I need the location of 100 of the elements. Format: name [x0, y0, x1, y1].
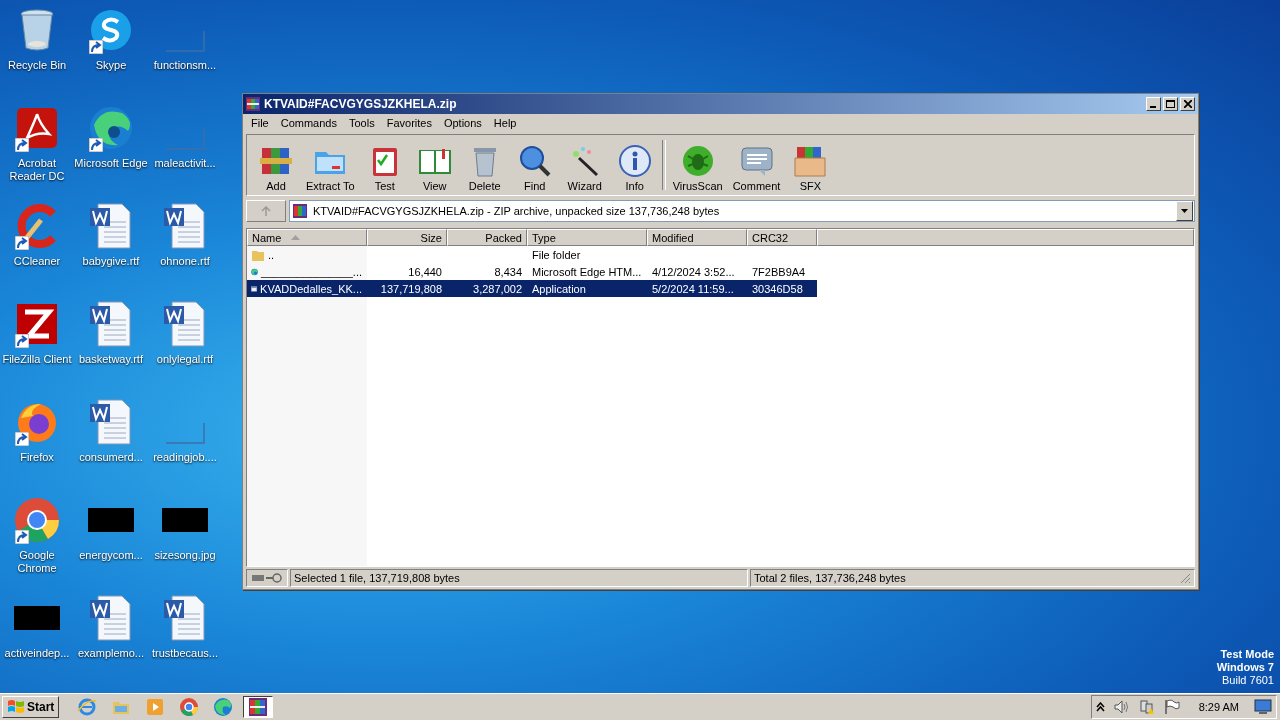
maximize-button[interactable]: [1163, 97, 1178, 111]
toolbar-button[interactable]: Add: [251, 142, 301, 195]
clock[interactable]: 8:29 AM: [1198, 701, 1239, 713]
desktop-icon[interactable]: functionsm...: [148, 4, 222, 102]
os-notice-text: Test Mode: [1220, 648, 1274, 661]
c-brush-icon: [15, 204, 59, 248]
drive-key-icon: [252, 573, 282, 583]
desktop-icon-label: CCleaner: [12, 255, 62, 268]
image-thumbnail-icon: [162, 508, 208, 532]
close-icon: [1183, 100, 1192, 108]
table-cell: ..: [268, 248, 275, 261]
monitor-icon[interactable]: [1254, 699, 1272, 715]
desktop-icon-label: trustbecaus...: [150, 647, 219, 660]
desktop-icon[interactable]: ohnone.rtf: [148, 200, 222, 298]
menu-item[interactable]: Help: [487, 117, 523, 129]
toolbar-button[interactable]: VirusScan: [667, 142, 728, 195]
chevron-up-icon[interactable]: [1095, 702, 1105, 712]
desktop-icon[interactable]: Microsoft Edge: [74, 102, 148, 200]
speaker-icon[interactable]: [1113, 700, 1130, 714]
chrome-icon: [179, 697, 200, 717]
blank-file-icon: [165, 30, 205, 52]
column-header[interactable]: CRC32: [747, 229, 817, 246]
taskbar-app-button[interactable]: [243, 696, 274, 718]
desktop-icon-label: basketway.rtf: [78, 353, 144, 366]
table-cell: 30346D58: [752, 282, 803, 295]
chrome-icon: [14, 497, 60, 543]
file-row[interactable]: KVADDedalles_KK... 137,719,808 3,287,002 Application 5/2/2024 11:59... 30346D58: [247, 280, 817, 297]
status-text: Total 2 files, 137,736,248 bytes: [754, 572, 906, 584]
edge-icon: [213, 697, 234, 717]
address-field[interactable]: KTVAID#FACVGYGSJZKHELA.zip - ZIP archive, unpacked size 137,736,248 bytes: [289, 200, 1195, 222]
toolbar-button[interactable]: View: [409, 142, 460, 195]
desktop-icon[interactable]: Skype: [74, 4, 148, 102]
table-cell: 5/2/2024 11:59...: [652, 282, 734, 295]
desktop-icon[interactable]: Acrobat Reader DC: [0, 102, 74, 200]
column-header[interactable]: Name: [247, 229, 367, 246]
table-cell: 16,440: [408, 265, 442, 278]
close-button[interactable]: [1180, 97, 1195, 111]
desktop-icon[interactable]: energycom...: [74, 494, 148, 592]
dropdown-caret-icon: [1181, 209, 1188, 213]
menu-item[interactable]: Options: [437, 117, 488, 129]
column-header[interactable]: Size: [367, 229, 447, 246]
menu-item[interactable]: Tools: [343, 117, 381, 129]
desktop-icon[interactable]: Recycle Bin: [0, 4, 74, 102]
archive-app-icon: [246, 97, 260, 111]
play-icon: [145, 697, 166, 717]
desktop-icon-label: ohnone.rtf: [159, 255, 211, 268]
desktop-icon[interactable]: babygive.rtf: [74, 200, 148, 298]
desktop-icon-label: Google Chrome: [16, 549, 58, 575]
table-cell: 4/12/2024 3:52...: [652, 265, 735, 278]
desktop-icon-label: readingjob....: [152, 451, 218, 464]
minimize-button[interactable]: [1146, 97, 1161, 111]
word-document-icon: [88, 202, 134, 250]
column-header[interactable]: Packed: [447, 229, 527, 246]
toolbar-button[interactable]: Extract To: [301, 142, 360, 195]
skype-icon: [89, 8, 133, 52]
filezilla-icon: [15, 302, 59, 346]
network-warning-icon[interactable]: [1138, 699, 1155, 715]
desktop-icon[interactable]: activeindep...: [0, 592, 74, 690]
menu-item[interactable]: Commands: [274, 117, 343, 129]
table-cell: 8,434: [494, 265, 522, 278]
menu-item[interactable]: File: [245, 117, 275, 129]
maximize-icon: [1166, 100, 1175, 108]
desktop-icon-label: Recycle Bin: [6, 59, 68, 72]
word-document-icon: [162, 300, 208, 348]
table-cell: 7F2BB9A4: [752, 265, 806, 278]
table-cell: Microsoft Edge HTM...: [532, 265, 642, 278]
desktop-icon[interactable]: FileZilla Client: [0, 298, 74, 396]
image-thumbnail-icon: [14, 606, 60, 630]
desktop-icon-label: examplemo...: [77, 647, 145, 660]
up-button[interactable]: [246, 200, 286, 222]
column-header[interactable]: Modified: [647, 229, 747, 246]
desktop-icon[interactable]: trustbecaus...: [148, 592, 222, 690]
start-button[interactable]: Start: [2, 696, 60, 718]
desktop-icon-label: Microsoft Edge: [74, 157, 148, 170]
edge-icon: [88, 105, 134, 151]
toolbar-button[interactable]: Delete: [459, 142, 510, 195]
blank-file-icon: [165, 422, 205, 444]
toolbar-button[interactable]: Find: [509, 142, 560, 195]
toolbar-button[interactable]: Test: [359, 142, 410, 195]
table-cell: KVADDedalles_KK...: [260, 282, 362, 295]
toolbar-button[interactable]: SFX: [785, 142, 836, 195]
file-row[interactable]: _______________... 16,440 8,434 Microsoft Edge HTM... 4/12/2024 3:52... 7F2BB9A4: [247, 263, 817, 280]
toolbar-button[interactable]: Info: [609, 142, 660, 195]
table-cell: 3,287,002: [473, 282, 522, 295]
file-row[interactable]: .. File folder: [247, 246, 817, 263]
desktop-icon[interactable]: maleactivit...: [148, 102, 222, 200]
blank-file-icon: [165, 128, 205, 150]
window-title: KTVAID#FACVGYGSJZKHELA.zip: [264, 97, 457, 111]
ie-icon: [77, 697, 98, 717]
menu-item[interactable]: Favorites: [380, 117, 438, 129]
toolbar-button[interactable]: Wizard: [559, 142, 610, 195]
desktop-icon[interactable]: CCleaner: [0, 200, 74, 298]
flag-icon[interactable]: [1163, 699, 1180, 715]
desktop-icon[interactable]: examplemo...: [74, 592, 148, 690]
desktop-icon[interactable]: Google Chrome: [0, 494, 74, 592]
archive-app-icon: [248, 697, 269, 717]
desktop-icon-label: sizesong.jpg: [153, 549, 217, 562]
toolbar-button[interactable]: Comment: [727, 142, 786, 195]
desktop-icon-label: Firefox: [19, 451, 55, 464]
column-header[interactable]: Type: [527, 229, 647, 246]
